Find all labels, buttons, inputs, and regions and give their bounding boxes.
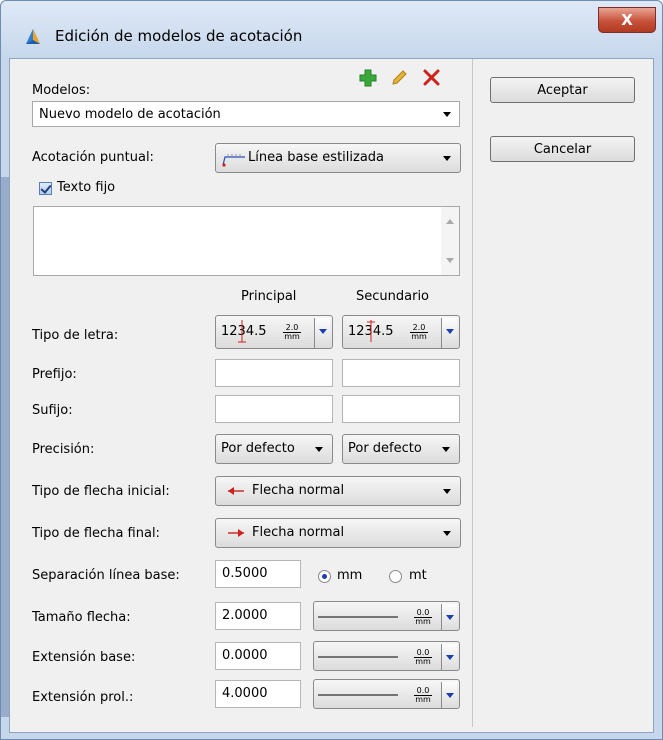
- baseline-style-icon: [222, 154, 245, 167]
- line-sample-icon: [318, 694, 398, 696]
- font-principal-dropdown[interactable]: [314, 318, 330, 348]
- flecha-final-value: Flecha normal: [252, 525, 345, 540]
- precision-secundario-select[interactable]: Por defecto: [342, 434, 460, 464]
- size-value: 2.0: [285, 323, 299, 332]
- precision-label: Precisión:: [32, 442, 95, 457]
- textarea-scrollbar[interactable]: [441, 207, 459, 275]
- arrow-left-icon: [228, 487, 244, 495]
- unit-mt-label: mt: [409, 568, 427, 583]
- unit-mt-radio[interactable]: [389, 570, 402, 583]
- cancelar-label: Cancelar: [533, 141, 592, 157]
- sufijo-principal-input[interactable]: [215, 395, 333, 423]
- prefijo-secundario-input[interactable]: [342, 359, 460, 387]
- acotacion-select[interactable]: Línea base estilizada: [215, 143, 461, 173]
- texto-fijo-textarea[interactable]: [33, 206, 460, 276]
- secundario-header: Secundario: [356, 289, 430, 304]
- ext-prol-line-select[interactable]: 0.0 mm: [313, 679, 460, 709]
- size-unit: mm: [283, 332, 301, 341]
- tamano-label: Tamaño flecha:: [32, 610, 131, 625]
- ext-base-line-select[interactable]: 0.0 mm: [313, 641, 460, 671]
- acotacion-value: Línea base estilizada: [248, 150, 385, 165]
- close-button[interactable]: X: [598, 7, 656, 33]
- texto-fijo-label: Texto fijo: [57, 180, 116, 195]
- flecha-inicial-value: Flecha normal: [252, 483, 345, 498]
- text-cursor-icon: [238, 320, 246, 343]
- texto-fijo-checkbox[interactable]: [39, 182, 52, 195]
- ext-base-line-dropdown[interactable]: [441, 644, 457, 670]
- unit-mm-radio[interactable]: [318, 570, 331, 583]
- tamano-line-dropdown[interactable]: [441, 604, 457, 630]
- font-principal-size: 2.0 mm: [283, 324, 301, 341]
- ext-base-label: Extensión base:: [32, 650, 136, 665]
- ext-prol-line-size: 0.0 mm: [414, 687, 432, 704]
- delete-icon[interactable]: [422, 68, 441, 87]
- size-value: 2.0: [412, 323, 426, 332]
- title-bar: Edición de modelos de acotación X: [1, 1, 662, 59]
- chevron-down-icon: [442, 447, 450, 452]
- line-sample-icon: [318, 616, 398, 618]
- scroll-up-icon[interactable]: [446, 219, 454, 224]
- font-secundario-select[interactable]: 1234.5 2.0 mm: [342, 315, 460, 349]
- line-sample-icon: [318, 656, 398, 658]
- font-principal-select[interactable]: 1234.5 2.0 mm: [215, 315, 333, 349]
- sufijo-label: Sufijo:: [32, 403, 73, 418]
- unit-mm-label: mm: [337, 568, 363, 583]
- tamano-input[interactable]: 2.0000: [215, 602, 301, 630]
- flecha-inicial-select[interactable]: Flecha normal: [215, 476, 461, 506]
- chevron-down-icon: [315, 447, 323, 452]
- flecha-inicial-label: Tipo de flecha inicial:: [32, 484, 170, 499]
- font-secundario-size: 2.0 mm: [410, 324, 428, 341]
- separacion-label: Separación línea base:: [32, 568, 180, 583]
- tipo-letra-label: Tipo de letra:: [32, 328, 119, 343]
- separacion-input[interactable]: 0.5000: [215, 560, 301, 588]
- ext-prol-input[interactable]: 4.0000: [215, 680, 301, 708]
- close-icon: X: [621, 11, 633, 29]
- chevron-down-icon: [443, 531, 451, 536]
- settings-panel: Modelos: Nuevo modelo de acotación Acota…: [17, 59, 473, 727]
- scroll-down-icon[interactable]: [446, 258, 454, 263]
- flecha-final-select[interactable]: Flecha normal: [215, 518, 461, 548]
- modelos-select[interactable]: Nuevo modelo de acotación: [32, 101, 460, 127]
- aceptar-label: Aceptar: [537, 82, 588, 98]
- ext-base-line-size: 0.0 mm: [414, 649, 432, 666]
- chevron-down-icon: [443, 489, 451, 494]
- ext-base-input[interactable]: 0.0000: [215, 642, 301, 670]
- app-icon: [26, 29, 40, 44]
- modelos-value: Nuevo modelo de acotación: [39, 106, 221, 122]
- ext-prol-line-dropdown[interactable]: [441, 682, 457, 708]
- prefijo-label: Prefijo:: [32, 367, 77, 382]
- precision-principal-value: Por defecto: [221, 441, 295, 456]
- window-title: Edición de modelos de acotación: [55, 27, 303, 45]
- size-value: 0.0: [416, 686, 430, 695]
- chevron-down-icon: [443, 112, 451, 117]
- modelos-label: Modelos:: [32, 83, 91, 98]
- size-unit: mm: [414, 657, 432, 666]
- cancelar-button[interactable]: Cancelar: [490, 136, 635, 162]
- arrow-right-icon: [228, 529, 244, 537]
- font-secundario-dropdown[interactable]: [441, 318, 457, 348]
- size-unit: mm: [414, 695, 432, 704]
- ext-prol-label: Extensión prol.:: [32, 690, 134, 705]
- text-cursor-icon: [367, 320, 375, 342]
- acotacion-label: Acotación puntual:: [32, 150, 154, 165]
- edit-icon[interactable]: [390, 69, 408, 87]
- principal-header: Principal: [241, 289, 297, 304]
- prefijo-principal-input[interactable]: [215, 359, 333, 387]
- chevron-down-icon: [443, 156, 451, 161]
- tamano-line-select[interactable]: 0.0 mm: [313, 601, 460, 631]
- precision-principal-select[interactable]: Por defecto: [215, 434, 333, 464]
- size-unit: mm: [410, 332, 428, 341]
- tamano-line-size: 0.0 mm: [414, 609, 432, 626]
- sufijo-secundario-input[interactable]: [342, 395, 460, 423]
- size-value: 0.0: [416, 608, 430, 617]
- size-value: 0.0: [416, 648, 430, 657]
- add-icon[interactable]: [358, 68, 378, 88]
- precision-secundario-value: Por defecto: [348, 441, 422, 456]
- flecha-final-label: Tipo de flecha final:: [32, 526, 160, 541]
- aceptar-button[interactable]: Aceptar: [490, 77, 635, 103]
- size-unit: mm: [414, 617, 432, 626]
